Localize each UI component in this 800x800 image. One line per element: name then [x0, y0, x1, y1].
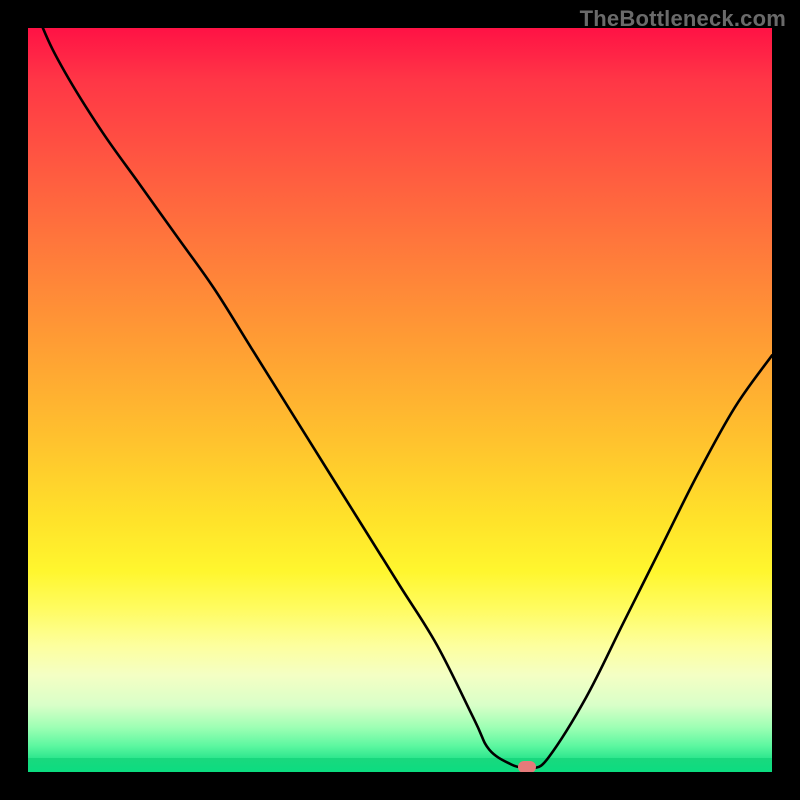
watermark-text: TheBottleneck.com: [580, 6, 786, 32]
bottleneck-curve: [28, 28, 772, 772]
chart-frame: TheBottleneck.com: [0, 0, 800, 800]
plot-area: [28, 28, 772, 772]
valley-marker: [518, 761, 536, 772]
